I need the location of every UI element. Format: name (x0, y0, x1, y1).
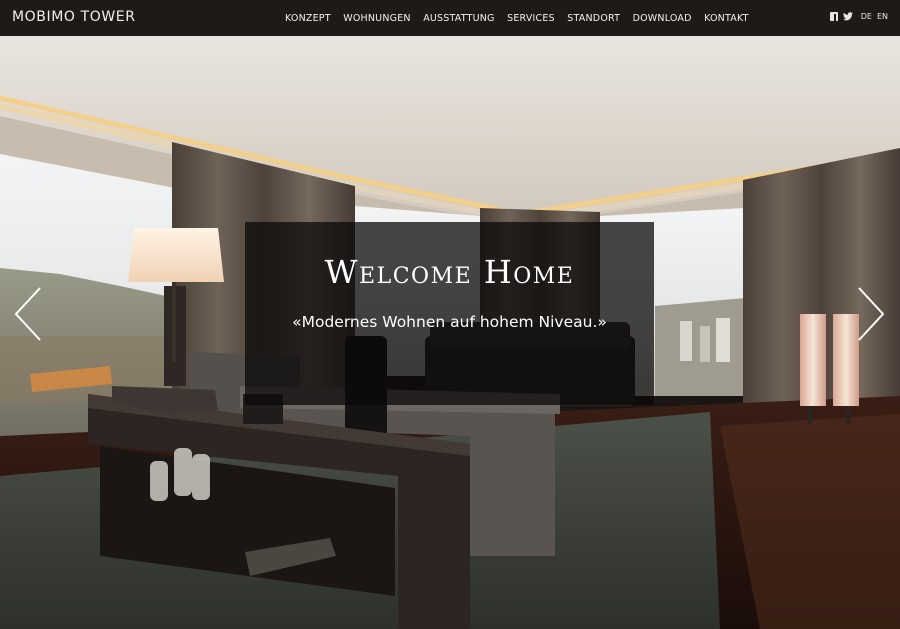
language-en[interactable]: EN (877, 12, 888, 21)
main-navigation: KONZEPT WOHNUNGEN AUSSTATTUNG SERVICES S… (285, 0, 761, 36)
nav-item-ausstattung[interactable]: AUSSTATTUNG (423, 13, 494, 24)
nav-item-kontakt[interactable]: KONTAKT (704, 13, 749, 24)
hero-title: Welcome Home (324, 253, 575, 291)
brand-logo[interactable]: MOBIMO TOWER (12, 9, 136, 25)
nav-item-wohnungen[interactable]: WOHNUNGEN (343, 13, 410, 24)
twitter-icon[interactable] (842, 12, 853, 21)
chevron-left-icon[interactable] (13, 286, 43, 342)
nav-item-download[interactable]: DOWNLOAD (633, 13, 692, 24)
language-de[interactable]: DE (861, 12, 872, 21)
facebook-icon[interactable] (829, 12, 838, 21)
hero-subtitle: «Modernes Wohnen auf hohem Niveau.» (292, 313, 607, 331)
hero-slider: Welcome Home «Modernes Wohnen auf hohem … (0, 36, 900, 629)
nav-item-standort[interactable]: STANDORT (567, 13, 620, 24)
nav-item-services[interactable]: SERVICES (507, 13, 555, 24)
chevron-right-icon[interactable] (856, 286, 886, 342)
nav-item-konzept[interactable]: KONZEPT (285, 13, 331, 24)
hero-caption-box: Welcome Home «Modernes Wohnen auf hohem … (245, 222, 654, 405)
social-and-language: DE EN (829, 12, 888, 21)
top-navigation-bar: MOBIMO TOWER KONZEPT WOHNUNGEN AUSSTATTU… (0, 0, 900, 36)
